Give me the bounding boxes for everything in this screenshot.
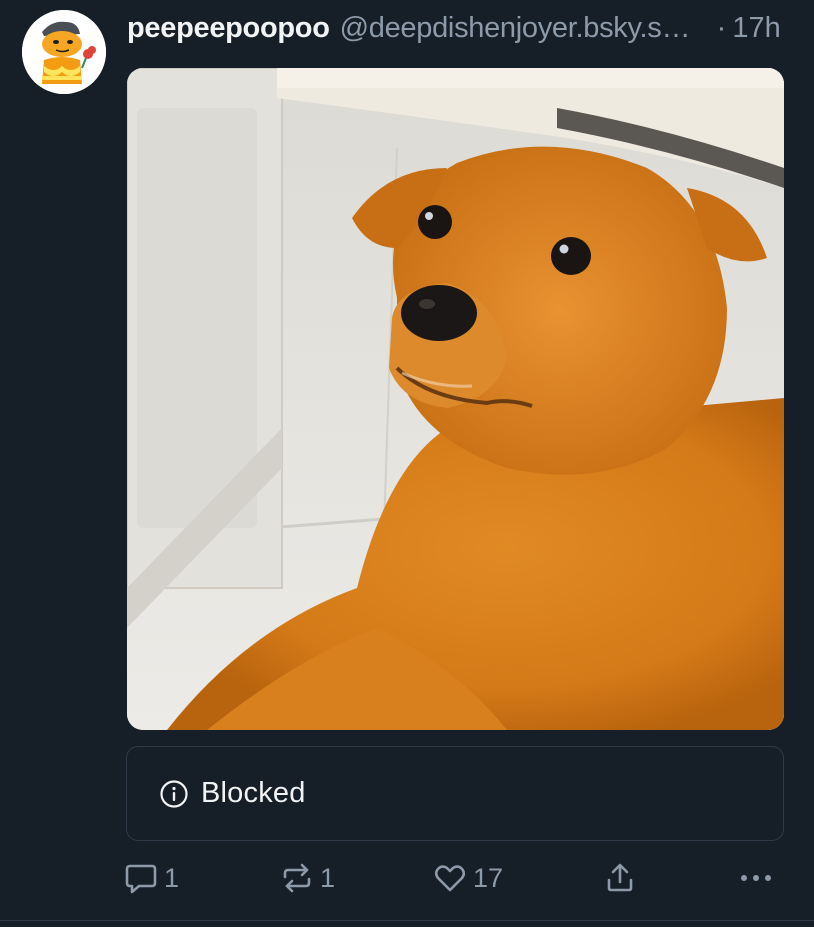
like-count: 17 <box>473 862 504 893</box>
dog-photo-icon <box>127 68 784 730</box>
author-handle[interactable]: @deepdishenjoyer.bsky.social <box>340 12 705 45</box>
repost-count: 1 <box>320 862 336 893</box>
info-icon <box>160 779 188 808</box>
reply-count: 1 <box>164 862 180 893</box>
more-options-button[interactable] <box>738 855 774 901</box>
author-display-name[interactable]: peepeepoopoo <box>127 12 330 45</box>
reply-icon <box>125 864 157 894</box>
repost-button[interactable]: 1 <box>280 855 335 901</box>
ellipsis-icon <box>741 875 771 881</box>
post[interactable]: peepeepoopoo @deepdishenjoyer.bsky.socia… <box>0 0 814 927</box>
avatar[interactable] <box>22 10 106 94</box>
like-button[interactable]: 17 <box>433 855 503 901</box>
reply-button[interactable]: 1 <box>124 855 179 901</box>
blocked-label-card[interactable]: Blocked <box>126 746 784 841</box>
blocked-label-text: Blocked <box>201 777 306 809</box>
repost-icon <box>283 863 311 893</box>
post-header: peepeepoopoo @deepdishenjoyer.bsky.socia… <box>127 8 787 48</box>
separator-dot: · <box>716 11 727 44</box>
post-timestamp[interactable]: 17h <box>732 12 780 45</box>
share-icon <box>607 863 633 892</box>
post-divider <box>0 920 814 921</box>
heart-icon <box>434 865 466 892</box>
post-image[interactable] <box>127 68 784 730</box>
avatar-illustration <box>22 10 106 94</box>
share-button[interactable] <box>604 855 636 901</box>
post-action-bar: 1 1 17 <box>0 855 814 901</box>
